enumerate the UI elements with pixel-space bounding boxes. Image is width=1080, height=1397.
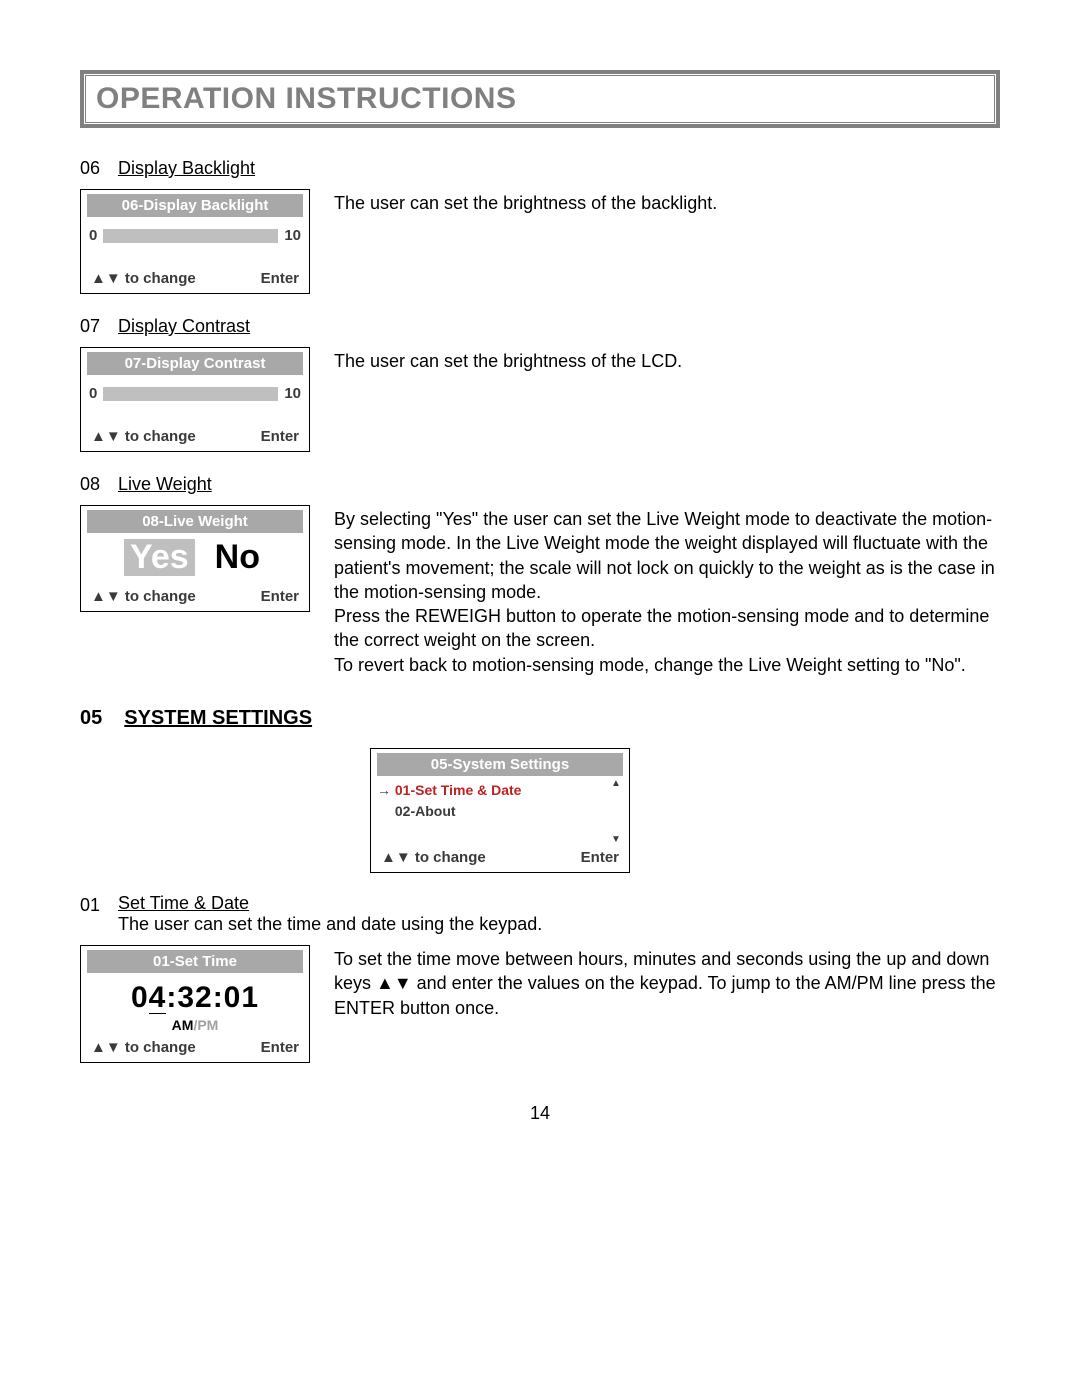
page-number: 14 (80, 1103, 1000, 1124)
contrast-bar (103, 387, 278, 401)
item-01-header: 01 Set Time & Date The user can set the … (80, 893, 1000, 935)
backlight-min: 0 (89, 227, 97, 244)
page-title-box: OPERATION INSTRUCTIONS (80, 70, 1000, 128)
item-01-label: Set Time & Date (118, 891, 249, 913)
time-hour-units-edit: 4 (149, 984, 167, 1014)
item-01-desc: To set the time move between hours, minu… (334, 945, 1000, 1020)
item-07-content: 07-Display Contrast 0 10 ▲▼ to change En… (80, 347, 1000, 452)
system-footer-left: ▲▼ to change (381, 849, 486, 866)
item-06-number: 06 (80, 156, 118, 179)
section-05-content: 05-System Settings → 01-Set Time & Date … (80, 748, 1000, 873)
item-01-content: 01-Set Time 04:32:01 AM/PM ▲▼ to change … (80, 945, 1000, 1063)
backlight-footer-left: ▲▼ to change (91, 270, 196, 287)
scroll-down-icon: ▼ (611, 834, 621, 845)
scroll-up-icon: ▲ (611, 778, 621, 789)
item-06-desc: The user can set the brightness of the b… (334, 189, 1000, 215)
lcd-liveweight-title: 08-Live Weight (87, 510, 303, 533)
item-08-desc-p3: To revert back to motion-sensing mode, c… (334, 655, 966, 675)
pm-label: /PM (193, 1017, 218, 1033)
liveweight-yes: Yes (124, 539, 195, 576)
time-hour-tens: 0 (131, 981, 149, 1014)
section-05-label: SYSTEM SETTINGS (124, 707, 312, 730)
lcd-backlight: 06-Display Backlight 0 10 ▲▼ to change E… (80, 189, 310, 294)
time-display: 04:32:01 (81, 973, 309, 1017)
lcd-backlight-title: 06-Display Backlight (87, 194, 303, 217)
contrast-min: 0 (89, 385, 97, 402)
backlight-max: 10 (284, 227, 301, 244)
menu-item-about: 02-About (395, 803, 456, 819)
item-06-label: Display Backlight (118, 156, 255, 179)
liveweight-footer-right: Enter (261, 588, 299, 605)
item-08-desc: By selecting "Yes" the user can set the … (334, 505, 1000, 677)
section-05-number: 05 (80, 707, 102, 730)
system-footer-right: Enter (581, 849, 619, 866)
item-06-header: 06 Display Backlight (80, 156, 1000, 179)
settime-footer-left: ▲▼ to change (91, 1039, 196, 1056)
item-06-content: 06-Display Backlight 0 10 ▲▼ to change E… (80, 189, 1000, 294)
settime-footer-right: Enter (261, 1039, 299, 1056)
section-05-heading: 05 SYSTEM SETTINGS (80, 707, 1000, 730)
contrast-max: 10 (284, 385, 301, 402)
item-08-desc-p2: Press the REWEIGH button to operate the … (334, 606, 989, 650)
liveweight-footer-left: ▲▼ to change (91, 588, 196, 605)
time-rest: :32:01 (166, 981, 259, 1014)
contrast-footer-right: Enter (261, 428, 299, 445)
item-08-label: Live Weight (118, 472, 212, 495)
item-08-desc-p1: By selecting "Yes" the user can set the … (334, 509, 995, 602)
menu-cursor-icon: → (377, 780, 391, 801)
lcd-system-settings: 05-System Settings → 01-Set Time & Date … (370, 748, 630, 873)
lcd-contrast: 07-Display Contrast 0 10 ▲▼ to change En… (80, 347, 310, 452)
menu-item-settime: 01-Set Time & Date (395, 782, 522, 798)
lcd-system-title: 05-System Settings (377, 753, 623, 776)
lcd-contrast-title: 07-Display Contrast (87, 352, 303, 375)
item-07-label: Display Contrast (118, 314, 250, 337)
lcd-settime-title: 01-Set Time (87, 950, 303, 973)
backlight-footer-right: Enter (261, 270, 299, 287)
item-07-desc: The user can set the brightness of the L… (334, 347, 1000, 373)
am-label: AM (172, 1017, 194, 1033)
item-07-number: 07 (80, 314, 118, 337)
ampm-row: AM/PM (81, 1017, 309, 1033)
item-08-header: 08 Live Weight (80, 472, 1000, 495)
backlight-bar (103, 229, 278, 243)
lcd-liveweight: 08-Live Weight Yes No ▲▼ to change Enter (80, 505, 310, 612)
item-08-content: 08-Live Weight Yes No ▲▼ to change Enter… (80, 505, 1000, 677)
item-01-number: 01 (80, 893, 118, 916)
item-08-number: 08 (80, 472, 118, 495)
page-title: OPERATION INSTRUCTIONS (96, 82, 984, 116)
lcd-settime: 01-Set Time 04:32:01 AM/PM ▲▼ to change … (80, 945, 310, 1063)
item-01-intro: The user can set the time and date using… (118, 914, 542, 934)
contrast-footer-left: ▲▼ to change (91, 428, 196, 445)
liveweight-no: No (209, 539, 266, 576)
item-07-header: 07 Display Contrast (80, 314, 1000, 337)
